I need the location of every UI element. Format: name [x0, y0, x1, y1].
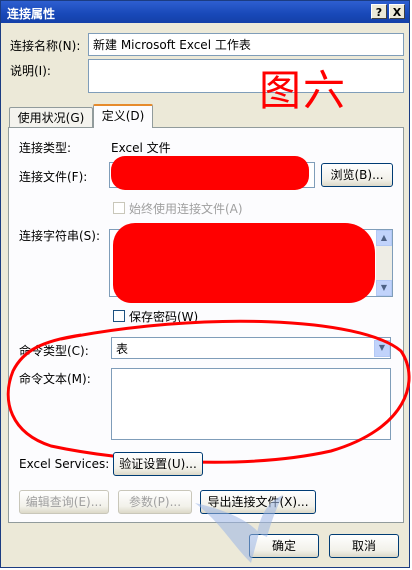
auth-settings-button[interactable]: 验证设置(U)...	[113, 452, 203, 476]
excel-services-label: Excel Services:	[19, 457, 110, 471]
description-field[interactable]	[88, 59, 404, 93]
connection-file-label: 连接文件(F):	[19, 170, 88, 184]
parameters-button[interactable]: 参数(P)...	[118, 490, 192, 514]
connection-name-label: 连接名称(N):	[10, 39, 81, 53]
always-use-file-label: 始终使用连接文件(A)	[129, 202, 243, 216]
connection-string-label: 连接字符串(S):	[19, 229, 101, 243]
tab-usage[interactable]: 使用状况(G)	[9, 107, 93, 128]
redaction-mark-file	[111, 156, 309, 190]
watermark-logo	[195, 495, 283, 563]
connection-type-value: Excel 文件	[111, 141, 171, 155]
description-label: 说明(I):	[10, 64, 51, 78]
always-use-file-checkbox[interactable]	[113, 202, 125, 214]
edit-query-button[interactable]: 编辑查询(E)...	[19, 490, 109, 514]
help-button[interactable]: ?	[371, 4, 387, 19]
close-button[interactable]: X	[389, 4, 405, 19]
redaction-mark-string	[113, 223, 375, 303]
connection-name-field[interactable]: 新建 Microsoft Excel 工作表	[88, 33, 404, 56]
connection-string-scrollbar[interactable]: ▲ ▼	[376, 230, 392, 296]
annotation-text: 图六	[259, 66, 348, 115]
connection-type-label: 连接类型:	[19, 141, 72, 155]
scroll-up-icon[interactable]: ▲	[376, 230, 392, 246]
tab-definition[interactable]: 定义(D)	[93, 104, 153, 128]
annotation-circle	[6, 319, 411, 464]
connection-properties-dialog: 连接属性 ? X 连接名称(N): 新建 Microsoft Excel 工作表…	[0, 0, 411, 568]
browse-button[interactable]: 浏览(B)...	[321, 163, 393, 187]
window-title: 连接属性	[7, 7, 56, 21]
title-bar: 连接属性 ? X	[1, 1, 409, 23]
scroll-down-icon[interactable]: ▼	[376, 280, 392, 296]
